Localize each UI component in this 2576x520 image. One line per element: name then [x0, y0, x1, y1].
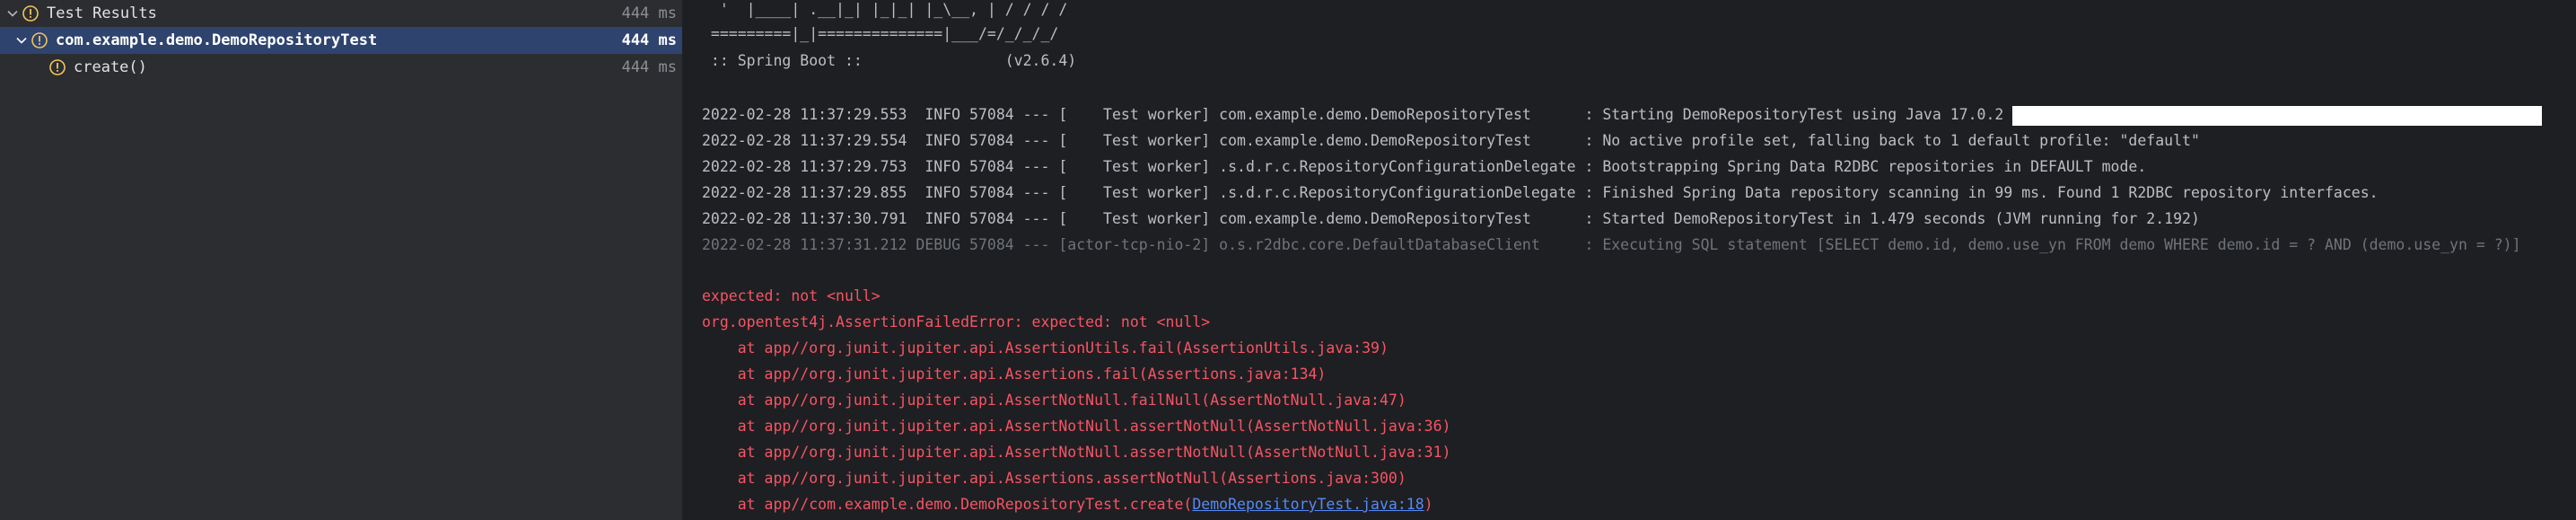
stack-frame: at app//org.junit.jupiter.api.AssertionU… — [702, 339, 1389, 357]
log-line: 2022-02-28 11:37:29.753 INFO 57084 --- [… — [702, 158, 2147, 175]
stack-frame: at app//org.junit.jupiter.api.AssertNotN… — [702, 444, 1451, 461]
console-output[interactable]: ' |____| .__|_| |_|_| |_\__, | / / / / =… — [684, 0, 2576, 520]
log-line: 2022-02-28 11:37:29.855 INFO 57084 --- [… — [702, 184, 2379, 201]
error-message: expected: not <null> — [702, 287, 881, 304]
test-runner-window: Test Results 444 ms com.example.demo.Dem… — [0, 0, 2576, 520]
test-results-tree: Test Results 444 ms com.example.demo.Dem… — [0, 0, 684, 520]
stack-frame: at app//org.junit.jupiter.api.Assertions… — [702, 470, 1406, 487]
tree-row-test-results[interactable]: Test Results 444 ms — [0, 0, 682, 27]
log-line: 2022-02-28 11:37:29.554 INFO 57084 --- [… — [702, 132, 2200, 149]
spring-boot-version-line: :: Spring Boot :: (v2.6.4) — [702, 52, 1077, 69]
tree-row-demo-repository-test[interactable]: com.example.demo.DemoRepositoryTest 444 … — [0, 27, 682, 54]
stack-frame: at app//org.junit.jupiter.api.AssertNotN… — [702, 392, 1406, 409]
stack-frame: at app//org.junit.jupiter.api.AssertNotN… — [702, 418, 1451, 435]
redaction-bar — [2012, 105, 2543, 126]
spring-banner-line: ' |____| .__|_| |_|_| |_\__, | / / / / — [702, 1, 1068, 18]
tree-row-create[interactable]: create() 444 ms — [0, 54, 682, 81]
stack-frame-prefix: at app//com.example.demo.DemoRepositoryT… — [702, 496, 1193, 513]
warning-circle-icon — [22, 4, 39, 22]
stack-frame-suffix: ) — [1424, 496, 1433, 513]
tree-row-duration: 444 ms — [621, 31, 677, 49]
source-file-link[interactable]: DemoRepositoryTest.java:18 — [1192, 496, 1424, 513]
stack-frame: at app//com.example.demo.DemoRepositoryT… — [702, 491, 1433, 517]
warning-circle-icon — [48, 58, 66, 76]
tree-row-label: create() — [74, 58, 147, 76]
tree-row-label: com.example.demo.DemoRepositoryTest — [56, 31, 378, 49]
stack-frame: at app//org.junit.jupiter.api.Assertions… — [702, 366, 1327, 383]
chevron-down-icon[interactable] — [4, 4, 22, 22]
tree-row-label: Test Results — [47, 4, 157, 22]
debug-log-line: 2022-02-28 11:37:31.212 DEBUG 57084 --- … — [702, 236, 2521, 253]
log-line-text: 2022-02-28 11:37:29.553 INFO 57084 --- [… — [702, 106, 2013, 123]
tree-row-duration: 444 ms — [621, 4, 677, 22]
warning-circle-icon — [31, 31, 48, 49]
exception-line: org.opentest4j.AssertionFailedError: exp… — [702, 313, 1211, 331]
tree-row-duration: 444 ms — [621, 58, 677, 76]
chevron-down-icon[interactable] — [13, 31, 31, 49]
log-line: 2022-02-28 11:37:30.791 INFO 57084 --- [… — [702, 210, 2200, 227]
log-line: 2022-02-28 11:37:29.553 INFO 57084 --- [… — [702, 101, 2543, 128]
spring-banner-line: =========|_|==============|___/=/_/_/_/ — [702, 25, 1059, 42]
